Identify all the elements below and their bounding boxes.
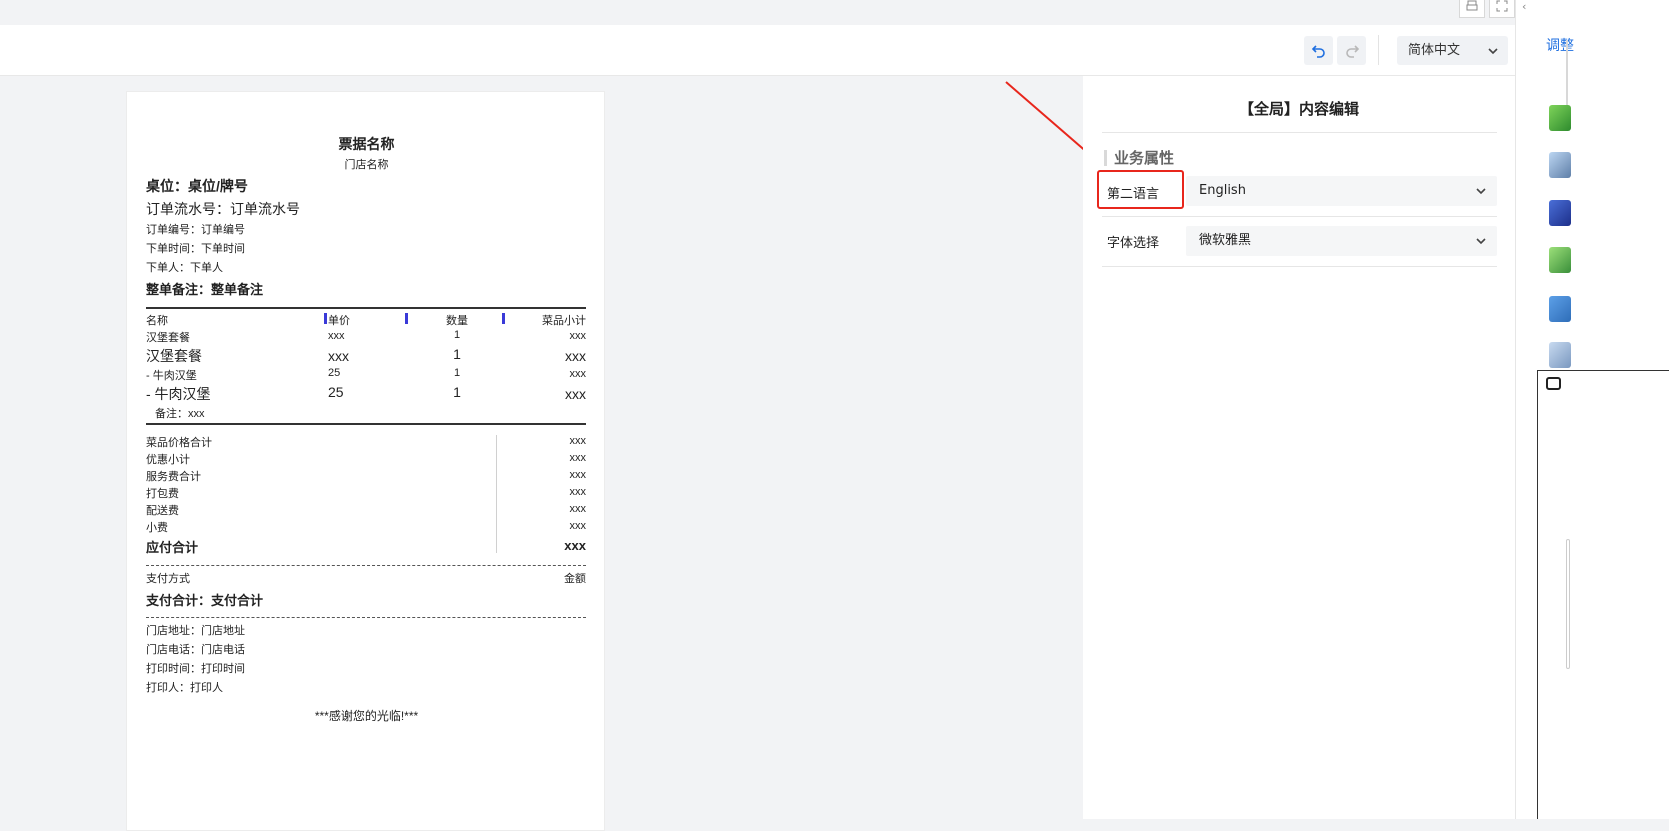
item-name[interactable]: - 牛肉汉堡 xyxy=(146,367,197,383)
item-subtotal[interactable]: xxx xyxy=(507,348,586,364)
column-marker xyxy=(324,313,327,324)
field-divider xyxy=(1102,266,1497,267)
undo-icon xyxy=(1311,44,1325,58)
item-price[interactable]: 25 xyxy=(328,367,340,379)
item-price[interactable]: xxx xyxy=(328,330,345,342)
panel-title: 【全局】内容编辑 xyxy=(1238,100,1359,118)
divider-dashed xyxy=(146,617,586,618)
order-time[interactable]: 下单时间：下单时间 xyxy=(146,240,245,256)
summary-value[interactable]: xxx xyxy=(507,469,587,481)
item-name[interactable]: 汉堡套餐 xyxy=(146,329,190,345)
summary-label[interactable]: 配送费 xyxy=(146,502,179,518)
store-address[interactable]: 门店地址：门店地址 xyxy=(146,622,245,638)
item-price[interactable]: 25 xyxy=(328,384,344,400)
language-select[interactable]: 简体中文 xyxy=(1397,36,1508,65)
receipt-preview[interactable]: 票据名称 门店名称 桌位：桌位/牌号 订单流水号：订单流水号 订单编号：订单编号… xyxy=(126,91,605,831)
item-subtotal[interactable]: xxx xyxy=(507,330,587,342)
store-name[interactable]: 门店名称 xyxy=(127,156,606,172)
item-note[interactable]: 备注：xxx xyxy=(155,405,205,421)
payment-method-label[interactable]: 支付方式 xyxy=(146,570,190,586)
item-qty[interactable]: 1 xyxy=(407,346,507,362)
orderer[interactable]: 下单人：下单人 xyxy=(146,259,223,275)
chevron-down-icon xyxy=(1476,238,1486,245)
printer-name[interactable]: 打印人：打印人 xyxy=(146,679,223,695)
summary-value[interactable]: xxx xyxy=(507,520,587,532)
redo-icon xyxy=(1345,44,1359,58)
store-phone[interactable]: 门店电话：门店电话 xyxy=(146,641,245,657)
paid-total[interactable]: 支付合计：支付合计 xyxy=(146,590,263,609)
annotation-highlight-box xyxy=(1097,170,1184,209)
item-qty[interactable]: 1 xyxy=(407,329,507,341)
window-icon[interactable] xyxy=(1546,377,1561,390)
column-marker xyxy=(502,313,505,324)
summary-label[interactable]: 菜品价格合计 xyxy=(146,434,212,450)
chevron-left-icon[interactable]: ‹ xyxy=(1522,0,1526,13)
column-name[interactable]: 名称 xyxy=(146,312,168,328)
item-subtotal[interactable]: xxx xyxy=(507,386,586,402)
item-price[interactable]: xxx xyxy=(328,348,349,364)
calculator-icon[interactable] xyxy=(1549,342,1571,368)
item-qty[interactable]: 1 xyxy=(407,384,507,400)
summary-value[interactable]: xxx xyxy=(507,452,587,464)
undo-button[interactable] xyxy=(1304,36,1333,65)
divider-solid xyxy=(146,307,586,309)
design-canvas: 票据名称 门店名称 桌位：桌位/牌号 订单流水号：订单流水号 订单编号：订单编号… xyxy=(0,76,1083,831)
table-label[interactable]: 桌位：桌位/牌号 xyxy=(146,176,248,196)
summary-label[interactable]: 小费 xyxy=(146,519,168,535)
font-value: 微软雅黑 xyxy=(1199,233,1252,248)
printer-icon[interactable] xyxy=(1459,0,1485,18)
summary-label[interactable]: 优惠小计 xyxy=(146,451,190,467)
order-serial[interactable]: 订单流水号：订单流水号 xyxy=(146,199,300,219)
summary-value[interactable]: xxx xyxy=(507,435,587,447)
summary-divider xyxy=(496,435,497,553)
adjust-link[interactable]: 调整 xyxy=(1546,35,1574,55)
thanks-message[interactable]: ***感谢您的光临!*** xyxy=(127,707,606,724)
building-icon[interactable] xyxy=(1549,152,1571,178)
section-title: 业务属性 xyxy=(1104,150,1174,166)
flag-icon[interactable] xyxy=(1549,200,1571,226)
second-language-value: English xyxy=(1199,183,1246,198)
font-label: 字体选择 xyxy=(1107,236,1160,251)
order-note[interactable]: 整单备注：整单备注 xyxy=(146,279,263,298)
item-name[interactable]: - 牛肉汉堡 xyxy=(146,384,211,404)
overlapping-window xyxy=(1537,370,1669,819)
item-name[interactable]: 汉堡套餐 xyxy=(146,346,202,366)
scrollbar[interactable] xyxy=(1566,539,1570,669)
divider-dashed xyxy=(146,565,586,566)
summary-value[interactable]: xxx xyxy=(507,486,587,498)
chevron-down-icon xyxy=(1476,188,1486,195)
column-qty[interactable]: 数量 xyxy=(407,312,507,328)
window-top-strip xyxy=(0,0,1515,25)
redo-button[interactable] xyxy=(1337,36,1366,65)
chevron-down-icon xyxy=(1488,48,1498,55)
expand-icon[interactable] xyxy=(1489,0,1515,18)
column-price[interactable]: 单价 xyxy=(328,312,350,328)
item-subtotal[interactable]: xxx xyxy=(507,368,587,380)
toolbar-divider xyxy=(1378,35,1379,65)
item-qty[interactable]: 1 xyxy=(407,367,507,379)
total-value[interactable]: xxx xyxy=(507,538,586,553)
print-time[interactable]: 打印时间：打印时间 xyxy=(146,660,245,676)
editor-toolbar: 简体中文 xyxy=(0,25,1515,76)
divider-solid xyxy=(146,423,586,425)
shield-app-icon[interactable] xyxy=(1549,247,1571,273)
total-label[interactable]: 应付合计 xyxy=(146,537,198,556)
order-number[interactable]: 订单编号：订单编号 xyxy=(146,221,245,237)
font-select[interactable]: 微软雅黑 xyxy=(1186,226,1497,256)
column-subtotal[interactable]: 菜品小计 xyxy=(507,312,586,328)
summary-label[interactable]: 打包费 xyxy=(146,485,179,501)
second-language-select[interactable]: English xyxy=(1186,176,1497,206)
receipt-title[interactable]: 票据名称 xyxy=(127,134,606,154)
monitor-check-icon[interactable] xyxy=(1549,296,1571,322)
field-divider xyxy=(1102,216,1497,217)
language-select-value: 简体中文 xyxy=(1408,43,1461,58)
green-app-icon[interactable] xyxy=(1549,105,1571,131)
summary-value[interactable]: xxx xyxy=(507,503,587,515)
summary-label[interactable]: 服务费合计 xyxy=(146,468,201,484)
panel-divider xyxy=(1102,132,1497,133)
payment-amount-label[interactable]: 金额 xyxy=(507,570,586,586)
